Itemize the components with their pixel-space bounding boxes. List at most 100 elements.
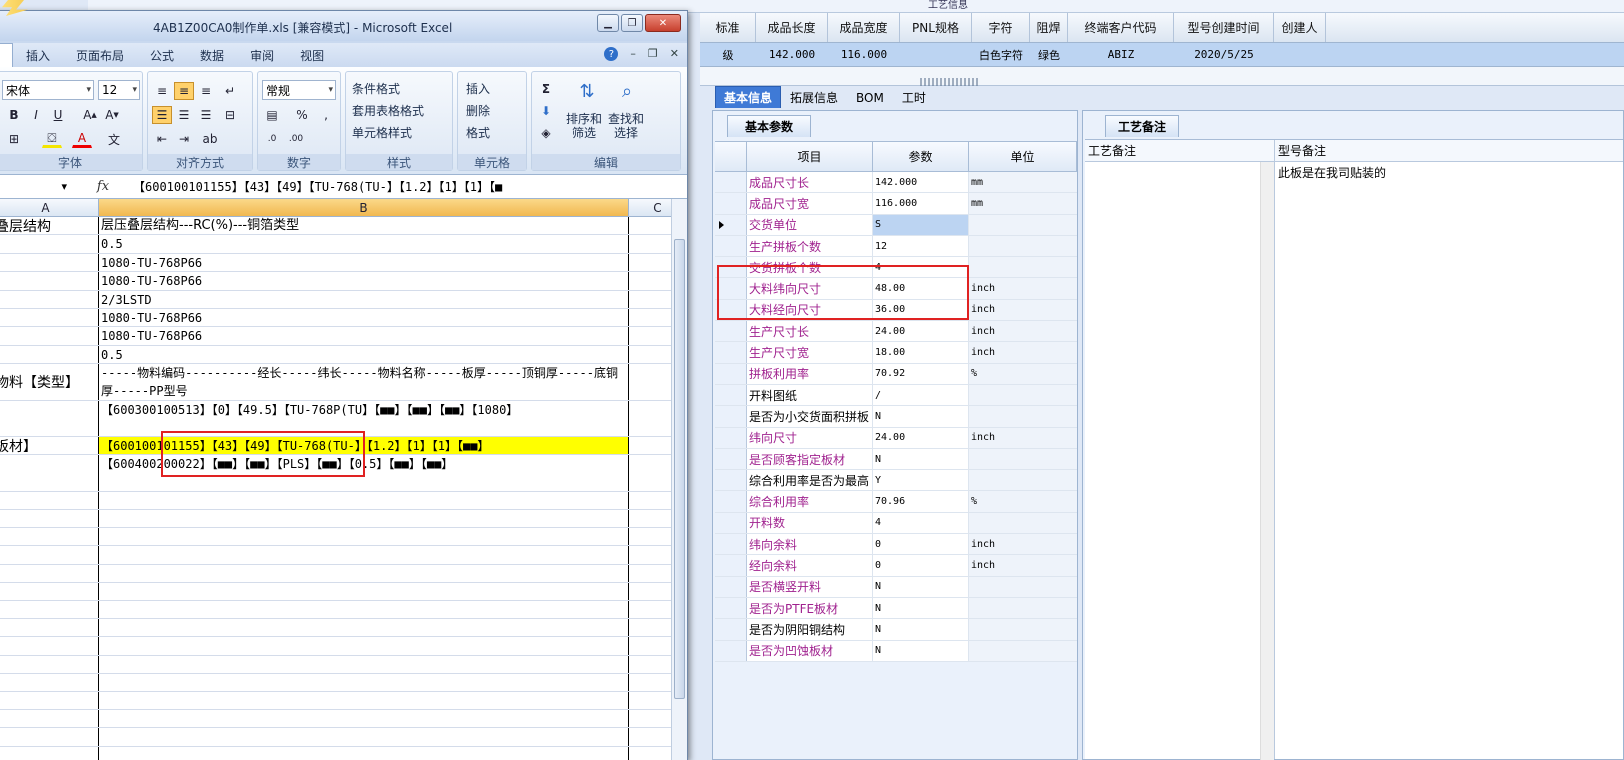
cell-c[interactable] xyxy=(629,401,675,436)
grid-header-1[interactable]: 成品长度 xyxy=(756,13,828,42)
align-left-icon[interactable]: ☰ xyxy=(152,106,172,124)
cell-a[interactable] xyxy=(0,290,99,308)
align-top-icon[interactable]: ≡ xyxy=(152,82,172,100)
cell-a[interactable]: 物料【类型】 xyxy=(0,364,99,400)
cell-b[interactable] xyxy=(99,491,629,509)
sort-filter-button[interactable]: 排序和 筛选 xyxy=(566,112,602,140)
param-value[interactable]: N xyxy=(873,576,969,597)
cell-b[interactable] xyxy=(99,692,629,710)
grid-header-0[interactable]: 标准 xyxy=(700,13,756,42)
cell-b[interactable]: 1080-TU-768P66 xyxy=(99,253,629,272)
fill-down-icon[interactable]: ⬇ xyxy=(536,102,556,120)
ribbon-minimize-icon[interactable]: – xyxy=(630,47,636,61)
param-row[interactable]: 经向余料 0 inch xyxy=(715,555,1077,577)
increase-indent-icon[interactable]: ⇥ xyxy=(174,130,194,148)
cell-a[interactable] xyxy=(0,309,99,327)
bold-button[interactable]: B xyxy=(4,106,24,124)
param-unit[interactable]: mm xyxy=(969,172,1077,193)
param-row[interactable]: 是否横竖开料 N xyxy=(715,576,1077,598)
column-header-b[interactable]: B xyxy=(99,199,629,216)
merge-center-icon[interactable]: ⊟ xyxy=(220,106,240,124)
param-row[interactable]: 开料数 4 xyxy=(715,512,1077,535)
row-selector[interactable] xyxy=(715,534,747,555)
param-unit[interactable]: inch xyxy=(969,299,1077,321)
tab-formulas[interactable]: 公式 xyxy=(137,47,187,64)
row-selector[interactable] xyxy=(715,235,747,257)
param-unit[interactable] xyxy=(969,235,1077,257)
param-value[interactable]: 24.00 xyxy=(873,321,969,342)
ribbon-close-icon[interactable]: ✕ xyxy=(670,47,679,61)
cell-a[interactable] xyxy=(0,345,99,364)
cell-c[interactable] xyxy=(629,583,675,600)
cell-a[interactable] xyxy=(0,235,99,253)
wrap-text-icon[interactable]: ↵ xyxy=(220,82,240,100)
param-row[interactable]: 是否为阴阳铜结构 N xyxy=(715,619,1077,641)
param-value[interactable]: 0 xyxy=(873,555,969,576)
param-unit[interactable] xyxy=(969,512,1077,534)
cell-b[interactable] xyxy=(99,601,629,619)
decrease-indent-icon[interactable]: ⇤ xyxy=(152,130,172,148)
cell-a[interactable] xyxy=(0,619,99,637)
tab-home[interactable] xyxy=(0,43,13,67)
tab-data[interactable]: 数据 xyxy=(187,47,237,64)
grid-header-5[interactable]: 阻焊 xyxy=(1030,13,1068,42)
font-color-icon[interactable]: A xyxy=(72,130,92,148)
phonetic-icon[interactable]: 文 xyxy=(104,130,124,148)
param-unit[interactable]: % xyxy=(969,491,1077,512)
decrease-decimal-icon[interactable]: .00 xyxy=(286,130,306,148)
grid-header-8[interactable]: 创建人 xyxy=(1274,13,1326,42)
tab-basic-info[interactable]: 基本信息 xyxy=(715,86,782,108)
font-name-combo[interactable]: 宋体 xyxy=(2,80,94,100)
cell-c[interactable] xyxy=(629,217,675,234)
grid-header-2[interactable]: 成品宽度 xyxy=(828,13,900,42)
param-unit[interactable] xyxy=(969,597,1077,619)
param-unit[interactable]: inch xyxy=(969,342,1077,363)
excel-title-bar[interactable]: 4AB1Z00CA0制作单.xls [兼容模式] - Microsoft Exc… xyxy=(0,11,687,41)
cell-a[interactable] xyxy=(0,728,99,746)
param-row[interactable]: 是否为小交货面积拼板 N xyxy=(715,406,1077,428)
cell-a[interactable] xyxy=(0,637,99,655)
tab-extended-info[interactable]: 拓展信息 xyxy=(781,86,847,108)
grid-header-4[interactable]: 字符 xyxy=(972,13,1030,42)
param-value[interactable]: 70.96 xyxy=(873,491,969,512)
cell-c[interactable] xyxy=(629,601,675,618)
cell-a[interactable] xyxy=(0,655,99,673)
cell-c[interactable] xyxy=(629,327,675,344)
cell-c[interactable] xyxy=(629,528,675,545)
cell-a[interactable] xyxy=(0,272,99,290)
cell-c[interactable] xyxy=(629,546,675,563)
param-unit[interactable] xyxy=(969,406,1077,427)
grid-cell-0[interactable]: 级 xyxy=(700,43,756,66)
cell-a[interactable]: 】 xyxy=(0,455,99,491)
cell-b[interactable]: 1080-TU-768P66 xyxy=(99,272,629,290)
param-unit[interactable] xyxy=(969,448,1077,470)
row-selector[interactable] xyxy=(715,193,747,214)
cell-b[interactable] xyxy=(99,582,629,600)
grid-cell-3[interactable] xyxy=(900,43,972,66)
align-center-icon[interactable]: ☰ xyxy=(174,106,194,124)
param-value[interactable]: S xyxy=(873,214,969,235)
param-row[interactable]: 交货单位 S xyxy=(715,214,1077,236)
cell-a[interactable] xyxy=(0,327,99,345)
param-value[interactable]: 18.00 xyxy=(873,342,969,363)
process-remark-tab[interactable]: 工艺备注 xyxy=(1105,115,1179,137)
param-row[interactable]: 纬向余料 0 inch xyxy=(715,534,1077,556)
cell-c[interactable] xyxy=(629,235,675,252)
cell-b[interactable]: 0.5 xyxy=(99,345,629,364)
cell-a[interactable]: 】 xyxy=(0,400,99,436)
row-selector[interactable] xyxy=(715,406,747,427)
tab-view[interactable]: 视图 xyxy=(287,47,337,64)
cell-c[interactable] xyxy=(629,346,675,363)
cell-c[interactable] xyxy=(629,364,675,399)
param-value[interactable]: / xyxy=(873,384,969,406)
param-value[interactable]: N xyxy=(873,619,969,640)
param-row[interactable]: 纬向尺寸 24.00 inch xyxy=(715,427,1077,449)
align-right-icon[interactable]: ☰ xyxy=(196,106,216,124)
currency-icon[interactable]: ▤ xyxy=(262,106,282,124)
basic-params-tab[interactable]: 基本参数 xyxy=(727,115,811,137)
grid-cell-8[interactable] xyxy=(1274,43,1326,66)
cell-c[interactable] xyxy=(629,747,675,760)
shrink-font-button[interactable]: A ▼ xyxy=(102,106,122,124)
param-row[interactable]: 成品尺寸长 142.000 mm xyxy=(715,172,1077,194)
param-unit[interactable] xyxy=(969,257,1077,278)
